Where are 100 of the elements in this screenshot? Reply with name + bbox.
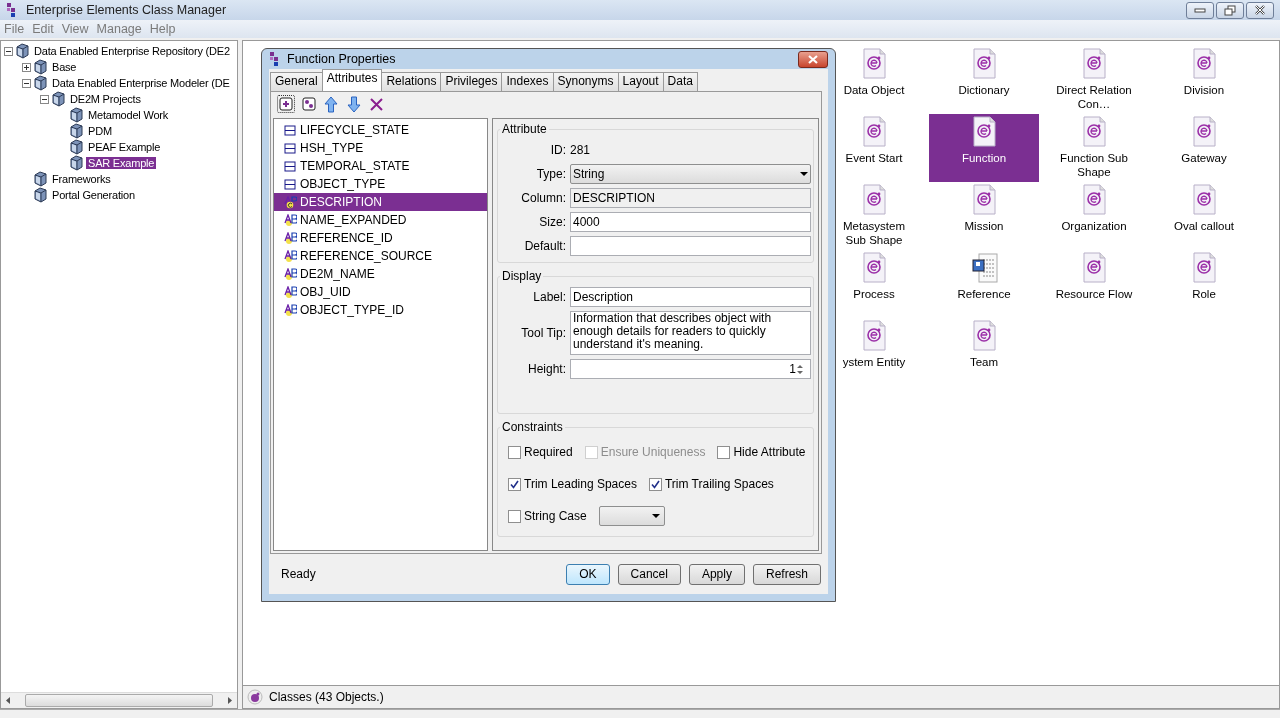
app-logo-icon [6, 2, 16, 18]
tree-item[interactable]: Portal Generation [50, 189, 137, 201]
status-text: Classes (43 Objects.) [269, 690, 384, 704]
menu-item[interactable]: Edit [32, 22, 54, 36]
document-icon [1190, 116, 1218, 148]
checkbox[interactable] [717, 445, 731, 459]
section-title: Constraints [501, 420, 564, 434]
class-tile[interactable]: Resource Flow [1039, 250, 1149, 318]
attribute-name: OBJECT_TYPE_ID [300, 303, 405, 317]
class-tile[interactable]: Reference [929, 250, 1039, 318]
class-tile[interactable]: Role [1149, 250, 1259, 318]
restore-button[interactable] [1216, 1, 1244, 19]
close-button[interactable] [798, 50, 828, 68]
document-icon [1080, 252, 1108, 284]
tree-item[interactable]: Data Enabled Enterprise Modeler (DE [50, 77, 232, 89]
text-attribute-icon [284, 249, 297, 263]
collapse-toggle-icon[interactable] [22, 78, 31, 88]
dots-square-icon[interactable] [302, 97, 316, 111]
tab[interactable]: Indexes [501, 72, 554, 91]
tab[interactable]: Synonyms [552, 72, 619, 91]
cube-icon [69, 139, 84, 155]
attribute-name: DE2M_NAME [300, 267, 375, 281]
expand-toggle-icon[interactable] [22, 62, 31, 72]
scroll-left-icon[interactable] [5, 696, 11, 705]
tab[interactable]: Data [662, 72, 698, 91]
tree-item[interactable]: PDM [86, 125, 114, 137]
checkbox[interactable] [508, 509, 521, 523]
class-tile[interactable]: Team [929, 318, 1039, 386]
field-label: Height: [526, 362, 566, 376]
type-dropdown[interactable]: String [570, 164, 811, 184]
tooltip-field[interactable]: Information that describes object with enough details for readers to quickly understand it's meaning. [570, 311, 811, 355]
tab[interactable]: Relations [381, 72, 442, 91]
scroll-right-icon[interactable] [227, 696, 233, 705]
menu-item[interactable]: Manage [96, 22, 142, 36]
height-spinner[interactable]: 1 [570, 359, 811, 379]
size-field[interactable]: 4000 [570, 212, 811, 232]
class-tile[interactable]: Division [1149, 46, 1259, 114]
document-icon [1080, 184, 1108, 216]
class-tile[interactable]: Gateway [1149, 114, 1259, 182]
class-tile[interactable]: Metasystem Sub Shape [819, 182, 929, 250]
add-icon[interactable] [279, 97, 293, 111]
menu-item[interactable]: View [61, 22, 89, 36]
caret-icon [651, 514, 660, 518]
tree-item[interactable]: Data Enabled Enterprise Repository (DE2 [32, 45, 232, 57]
tree-item[interactable]: PEAF Example [86, 141, 163, 153]
tree-item[interactable]: Base [50, 61, 79, 73]
checkbox-label: Required [524, 445, 573, 459]
collapse-toggle-icon[interactable] [40, 94, 49, 104]
class-tile[interactable]: Function [929, 114, 1039, 182]
dialog-title: Function Properties [287, 52, 397, 66]
tab[interactable]: Attributes [321, 69, 383, 91]
status-text: Ready [281, 567, 317, 581]
checkbox-label: Trim Trailing Spaces [664, 477, 774, 491]
field-label: Default: [523, 239, 566, 253]
class-tile[interactable]: Data Object [819, 46, 929, 114]
class-tile[interactable]: Dictionary [929, 46, 1039, 114]
arrow-up-icon[interactable] [323, 95, 339, 113]
delete-icon[interactable] [369, 96, 384, 112]
class-tile[interactable]: Mission [929, 182, 1039, 250]
class-tile[interactable]: Oval callout [1149, 182, 1259, 250]
checkbox[interactable] [508, 445, 521, 459]
string-case-dropdown[interactable] [598, 506, 665, 526]
collapse-toggle-icon[interactable] [4, 46, 13, 56]
column-field[interactable]: DESCRIPTION [570, 188, 811, 208]
label-field[interactable]: Description [570, 287, 811, 307]
attribute-name: TEMPORAL_STATE [300, 159, 410, 173]
tree-item[interactable]: Metamodel Work [86, 109, 171, 121]
dialog-button[interactable]: Cancel [617, 563, 681, 585]
tab[interactable]: General [270, 72, 323, 91]
class-tile[interactable]: Direct Relation Con… [1039, 46, 1149, 114]
attribute-name: NAME_EXPANDED [300, 213, 407, 227]
horizontal-scrollbar[interactable] [1, 692, 237, 708]
class-tile[interactable]: Organization [1039, 182, 1149, 250]
checkbox[interactable] [508, 477, 521, 491]
checkbox[interactable] [648, 477, 662, 491]
class-tile[interactable]: Process [819, 250, 929, 318]
field-label: Column: [520, 191, 566, 205]
menu-item[interactable]: Help [149, 22, 176, 36]
default-field[interactable] [570, 236, 811, 256]
column-icon [284, 177, 297, 191]
tree-item[interactable]: Frameworks [50, 173, 113, 185]
section-title: Attribute [501, 122, 548, 136]
tab[interactable]: Privileges [440, 72, 503, 91]
field-label: Size: [538, 215, 566, 229]
column-icon [284, 141, 297, 155]
menu-item[interactable]: File [4, 22, 25, 36]
tree-item[interactable]: DE2M Projects [68, 93, 143, 105]
arrow-down-icon[interactable] [346, 95, 362, 113]
tab[interactable]: Layout [617, 72, 664, 91]
cube-icon [69, 107, 84, 123]
dialog-button[interactable]: Refresh [752, 563, 821, 585]
dialog-button[interactable]: Apply [688, 563, 745, 585]
class-tile[interactable]: ystem Entity [819, 318, 929, 386]
close-button[interactable] [1246, 1, 1274, 19]
dialog-button[interactable]: OK [566, 563, 610, 585]
minimize-button[interactable] [1186, 1, 1214, 19]
class-tile[interactable]: Event Start [819, 114, 929, 182]
class-tile[interactable]: Function Sub Shape [1039, 114, 1149, 182]
document-icon [1080, 48, 1108, 80]
tree-item[interactable]: SAR Example [86, 157, 157, 169]
